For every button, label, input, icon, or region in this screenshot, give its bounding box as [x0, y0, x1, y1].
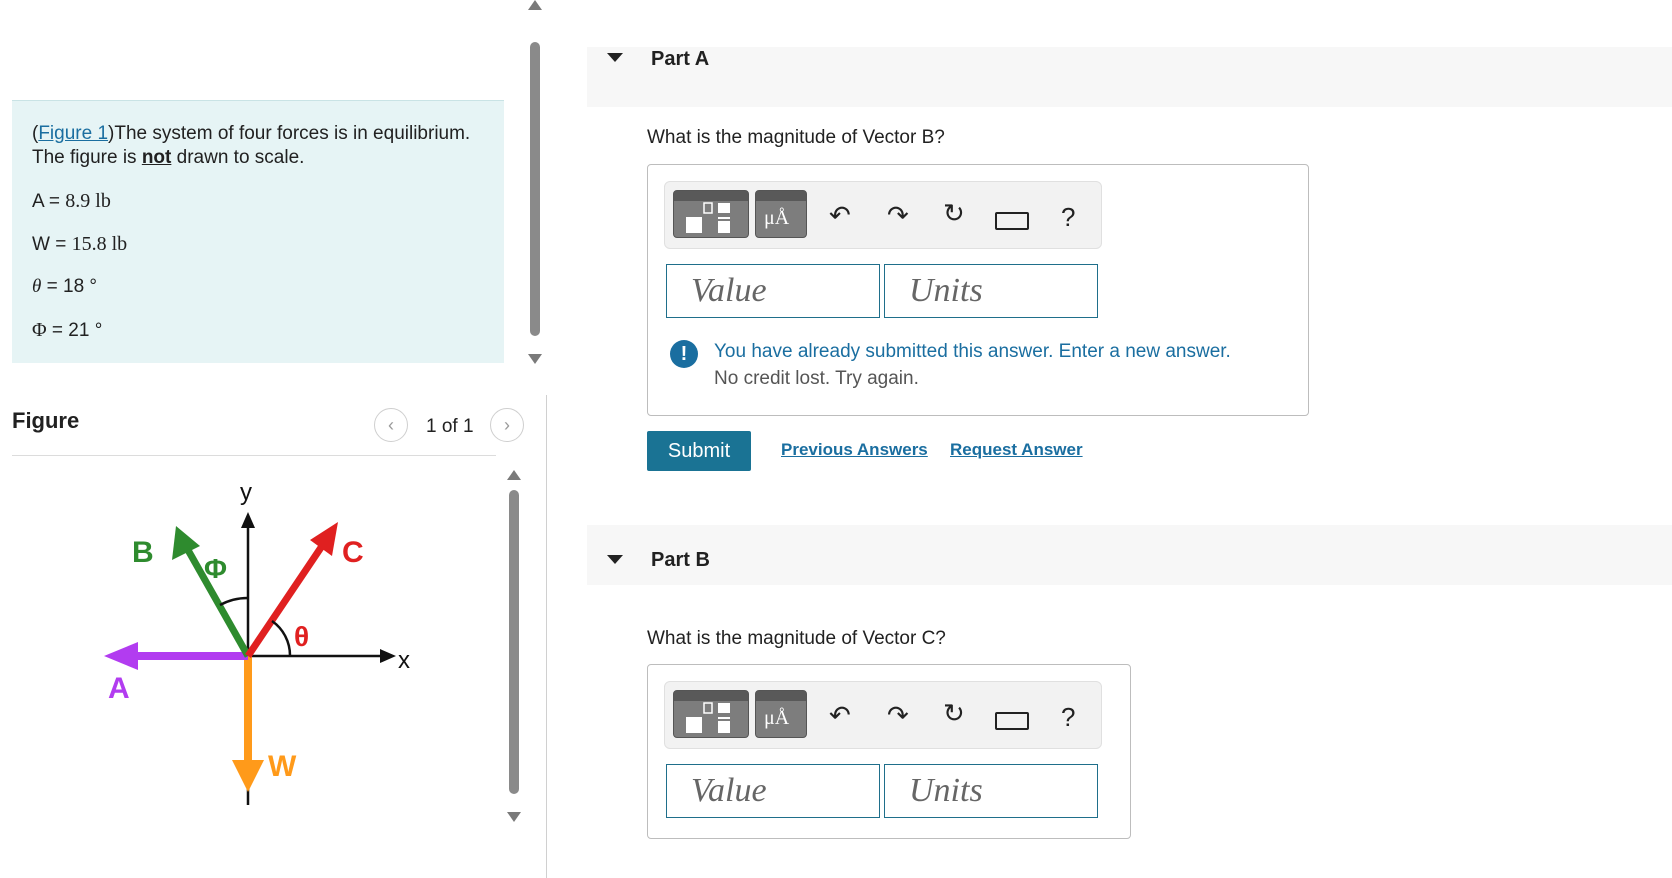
figure-scroll-up-arrow[interactable] — [507, 470, 521, 480]
info-icon: ! — [670, 340, 698, 368]
figure-next-button[interactable]: › — [490, 408, 524, 442]
problem-statement: (Figure 1)The system of four forces is i… — [32, 123, 471, 168]
units-button[interactable]: μÅ — [755, 690, 807, 738]
scroll-down-arrow[interactable] — [528, 354, 542, 364]
units-icon: μÅ — [764, 207, 790, 229]
vector-C-label: C — [342, 536, 364, 569]
y-axis-label: y — [240, 479, 252, 506]
units-icon: μÅ — [764, 707, 790, 729]
undo-icon[interactable]: ↶ — [829, 200, 851, 231]
vector-A-arrowhead — [104, 642, 138, 670]
submit-button[interactable]: Submit — [647, 431, 751, 471]
y-axis-arrowhead — [241, 512, 255, 528]
part-a-units-input[interactable]: Units — [884, 264, 1098, 318]
no-credit-lost-text: No credit lost. Try again. — [714, 368, 919, 389]
phi-arc — [219, 596, 249, 607]
collapse-caret-icon[interactable] — [607, 555, 623, 564]
part-a-math-toolbar: μÅ ↶ ↷ ↻ ? — [664, 181, 1102, 249]
keyboard-icon[interactable] — [995, 712, 1029, 730]
theta-arc — [271, 619, 292, 657]
part-a-title: Part A — [651, 48, 710, 70]
templates-icon — [686, 202, 730, 233]
undo-icon[interactable]: ↶ — [829, 700, 851, 731]
redo-icon[interactable]: ↷ — [887, 200, 909, 231]
part-b-title: Part B — [651, 549, 710, 571]
templates-button[interactable] — [673, 690, 749, 738]
vector-W-label: W — [268, 750, 297, 783]
vector-B-arrowhead — [172, 526, 200, 560]
request-answer-link[interactable]: Request Answer — [950, 440, 1083, 460]
given-theta: θ = 18 ° — [32, 276, 98, 297]
previous-answers-link[interactable]: Previous Answers — [781, 440, 928, 460]
already-submitted-notice: You have already submitted this answer. … — [714, 341, 1231, 362]
vector-W-arrowhead — [232, 760, 264, 792]
part-b-units-input[interactable]: Units — [884, 764, 1098, 818]
help-icon[interactable]: ? — [1061, 702, 1075, 733]
part-b-header[interactable] — [587, 525, 1672, 585]
part-a-header[interactable] — [587, 47, 1672, 107]
part-b-question: What is the magnitude of Vector C? — [647, 628, 946, 649]
chevron-left-icon: ‹ — [388, 414, 394, 435]
pane-divider — [546, 395, 547, 878]
given-A: A = 8.9 lb — [32, 190, 111, 212]
help-icon[interactable]: ? — [1061, 202, 1075, 233]
part-a-question: What is the magnitude of Vector B? — [647, 127, 945, 148]
emphasis-not: not — [141, 147, 172, 168]
figure-prev-button[interactable]: ‹ — [374, 408, 408, 442]
vector-B-label: B — [132, 536, 154, 569]
chevron-right-icon: › — [504, 414, 510, 435]
phi-label: Φ — [204, 553, 227, 584]
vector-C-arrowhead — [310, 522, 338, 556]
reset-icon[interactable]: ↻ — [943, 698, 965, 729]
keyboard-icon[interactable] — [995, 212, 1029, 230]
force-diagram: y x W A B C Φ θ — [104, 479, 410, 805]
part-b-math-toolbar: μÅ ↶ ↷ ↻ ? — [664, 681, 1102, 749]
figure-divider — [12, 455, 496, 456]
x-axis-arrowhead — [380, 649, 396, 663]
theta-label: θ — [294, 621, 309, 652]
vector-A-label: A — [108, 672, 130, 705]
part-a-value-input[interactable]: Value — [666, 264, 880, 318]
figure-scrollbar[interactable] — [509, 490, 519, 794]
given-W: W = 15.8 lb — [32, 233, 128, 255]
redo-icon[interactable]: ↷ — [887, 700, 909, 731]
part-b-value-input[interactable]: Value — [666, 764, 880, 818]
figure-pager: 1 of 1 — [426, 416, 474, 437]
figure-link[interactable]: Figure 1 — [38, 123, 108, 144]
figure-title: Figure — [12, 408, 80, 433]
templates-button[interactable] — [673, 190, 749, 238]
vector-C — [245, 544, 325, 658]
collapse-caret-icon[interactable] — [607, 53, 623, 62]
scroll-up-arrow[interactable] — [528, 0, 542, 10]
x-axis-label: x — [398, 647, 410, 674]
figure-scroll-down-arrow[interactable] — [507, 812, 521, 822]
problem-scrollbar[interactable] — [530, 42, 540, 336]
templates-icon — [686, 702, 730, 733]
reset-icon[interactable]: ↻ — [943, 198, 965, 229]
units-button[interactable]: μÅ — [755, 190, 807, 238]
given-phi: Φ = 21 ° — [32, 319, 103, 341]
